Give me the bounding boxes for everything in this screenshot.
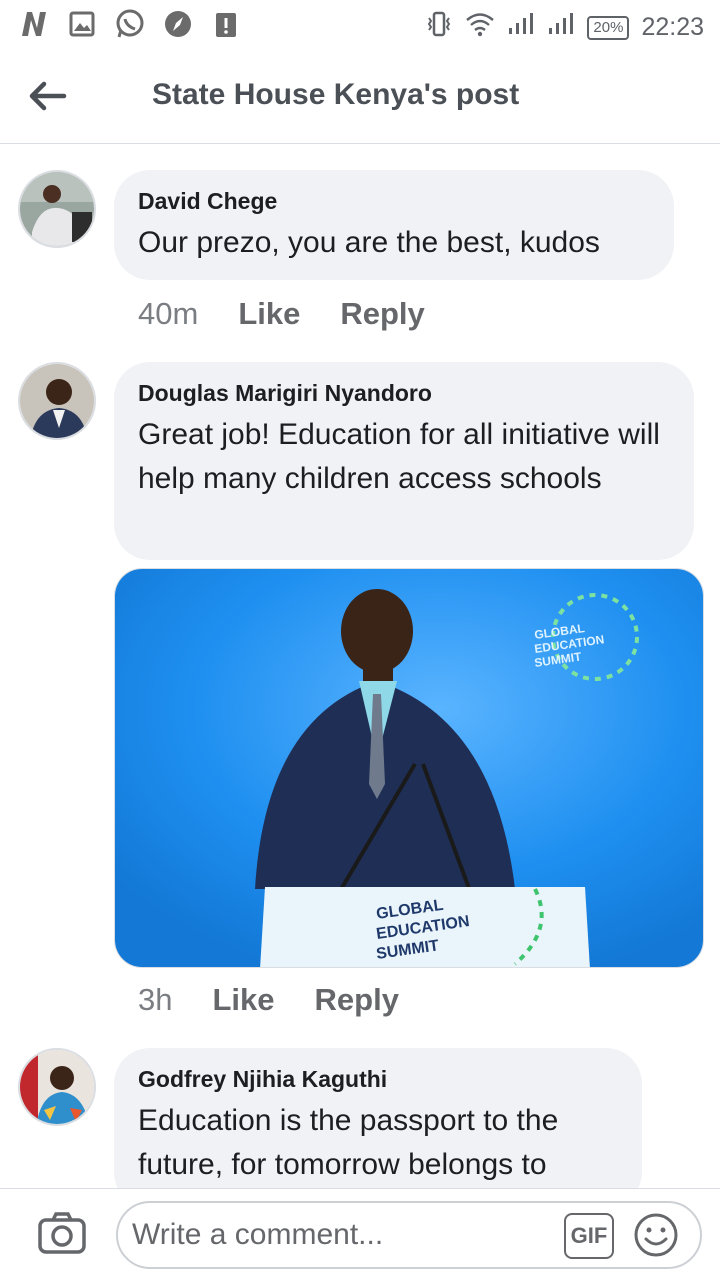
comment-input-box: GIF <box>116 1201 702 1269</box>
clock: 22:23 <box>641 13 704 41</box>
like-button[interactable]: Like <box>238 296 300 332</box>
signal-icon <box>507 12 535 43</box>
gallery-icon <box>66 8 98 40</box>
comment-input[interactable] <box>132 1213 552 1257</box>
netflix-n-icon <box>18 8 50 40</box>
comment-text: Our prezo, you are the best, kudos <box>138 226 600 259</box>
battery-indicator: 20% <box>587 15 630 40</box>
avatar[interactable] <box>18 1048 96 1126</box>
gif-button[interactable]: GIF <box>564 1213 614 1259</box>
signal-icon <box>547 12 575 43</box>
wifi-icon <box>465 11 495 44</box>
emoji-icon <box>634 1213 678 1257</box>
reply-button[interactable]: Reply <box>315 982 399 1018</box>
back-arrow-icon <box>29 81 67 111</box>
comment-composer: GIF <box>0 1188 720 1280</box>
page-title: State House Kenya's post <box>152 78 520 111</box>
comment-actions: 40m Like Reply <box>138 296 425 332</box>
avatar[interactable] <box>18 362 96 440</box>
post-header: State House Kenya's post <box>0 50 720 144</box>
download-warning-icon <box>210 8 242 40</box>
comment-author[interactable]: Douglas Marigiri Nyandoro <box>138 380 668 407</box>
comment-bubble: David Chege Our prezo, you are the best,… <box>114 170 674 280</box>
comment-time: 3h <box>138 982 173 1017</box>
like-button[interactable]: Like <box>212 982 274 1018</box>
status-bar: 20% 22:23 <box>0 0 720 50</box>
comment-bubble: Douglas Marigiri Nyandoro Great job! Edu… <box>114 362 694 560</box>
vibrate-icon <box>425 10 453 45</box>
comment-text: Great job! Education for all initiative … <box>138 418 660 495</box>
back-button[interactable] <box>24 72 72 120</box>
camera-icon <box>38 1212 86 1254</box>
whatsapp-icon <box>114 8 146 40</box>
camera-button[interactable] <box>36 1207 88 1259</box>
comment-text: Education is the passport to the future,… <box>138 1104 559 1181</box>
comment-actions: 3h Like Reply <box>138 982 399 1018</box>
comment-time: 40m <box>138 296 199 331</box>
comment-bubble: Godfrey Njihia Kaguthi Education is the … <box>114 1048 642 1208</box>
avatar[interactable] <box>18 170 96 248</box>
comment-photo[interactable]: GLOBAL EDUCATION SUMMIT GLOBAL EDUCATION… <box>114 568 704 968</box>
emoji-button[interactable] <box>632 1211 680 1259</box>
comment-author[interactable]: Godfrey Njihia Kaguthi <box>138 1066 616 1093</box>
compass-icon <box>162 8 194 40</box>
comment-author[interactable]: David Chege <box>138 188 648 215</box>
reply-button[interactable]: Reply <box>340 296 424 332</box>
